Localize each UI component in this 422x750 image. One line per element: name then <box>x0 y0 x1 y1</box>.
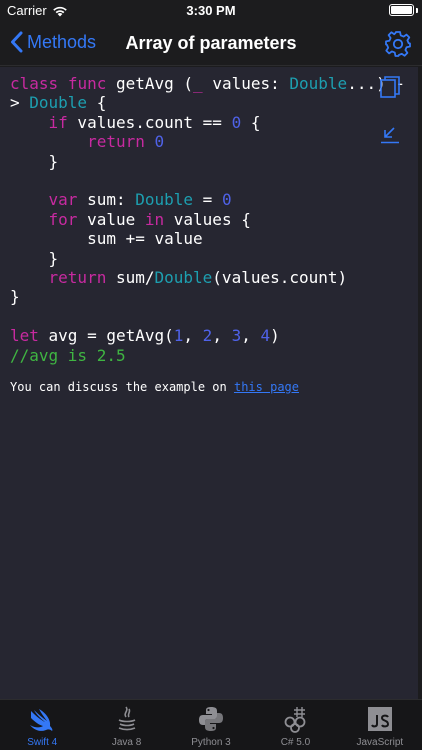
python-icon <box>199 707 224 731</box>
tab-csharp[interactable]: C# 5.0 <box>253 700 337 750</box>
status-time: 3:30 PM <box>186 3 236 18</box>
java-icon <box>118 706 135 731</box>
discussion-text: You can discuss the example on this page <box>10 380 299 394</box>
battery-icon <box>389 4 414 16</box>
code-area[interactable]: class func getAvg (_ values: Double...) … <box>0 67 418 699</box>
tab-javascript-label: JavaScript <box>356 737 404 748</box>
page-title: Array of parameters <box>125 33 297 53</box>
code-block[interactable]: class func getAvg (_ values: Double...) … <box>10 74 405 365</box>
tab-csharp-label: C# 5.0 <box>280 737 311 748</box>
javascript-icon <box>367 707 392 731</box>
battery-fill <box>391 6 412 14</box>
gear-icon[interactable] <box>384 30 412 58</box>
status-bar: Carrier 3:30 PM <box>0 0 422 22</box>
tab-swift-label: Swift 4 <box>27 737 58 748</box>
tab-swift[interactable]: Swift 4 <box>0 700 84 750</box>
collapse-icon[interactable] <box>380 124 400 144</box>
tab-java-label: Java 8 <box>111 737 142 748</box>
tab-python[interactable]: Python 3 <box>169 700 253 750</box>
discussion-label: You can discuss the example on <box>10 380 234 394</box>
tab-java[interactable]: Java 8 <box>84 700 168 750</box>
discussion-link[interactable]: this page <box>234 380 299 394</box>
copy-icon[interactable] <box>380 76 400 98</box>
csharp-icon <box>285 707 306 733</box>
tab-javascript[interactable]: JavaScript <box>338 700 422 750</box>
swift-icon <box>30 709 53 731</box>
scroll-track <box>418 67 422 699</box>
tab-bar: Swift 4 Java 8 Python 3 C# 5.0 JavaScrip… <box>0 699 422 750</box>
tab-python-label: Python 3 <box>191 737 231 748</box>
battery-tip <box>416 8 418 13</box>
navigation-bar: Methods Array of parameters <box>0 22 422 66</box>
